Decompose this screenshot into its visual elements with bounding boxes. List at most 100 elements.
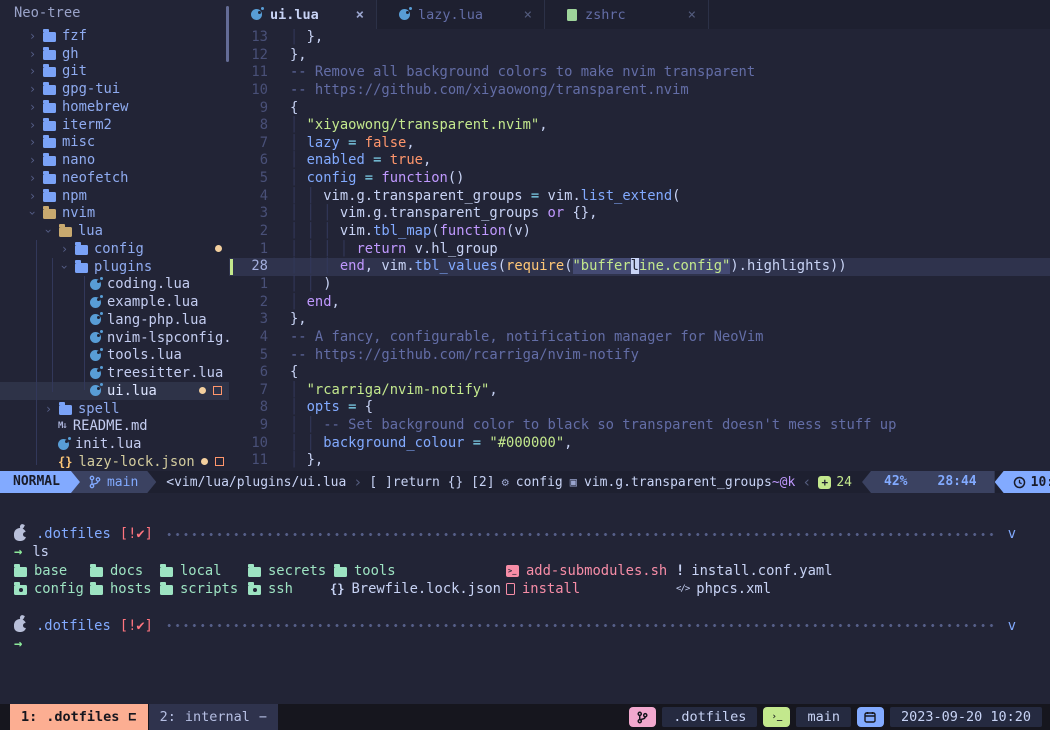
chevron-icon[interactable]: › [28, 135, 37, 149]
code-text: { [290, 100, 298, 118]
tree-item-misc[interactable]: ›misc [0, 134, 229, 152]
neotree-sidebar[interactable]: Neo-tree ›fzf›gh›git›gpg-tui›homebrew›it… [0, 0, 229, 471]
tree-item-label: lua [78, 223, 103, 239]
file-tree: ›fzf›gh›git›gpg-tui›homebrew›iterm2›misc… [0, 27, 229, 471]
tree-item-nvim[interactable]: ›nvim [0, 205, 229, 223]
folder-icon [43, 192, 56, 202]
tree-item-homebrew[interactable]: ›homebrew [0, 98, 229, 116]
code-text: │ │ │ end, vim.tbl_values(require("buffe… [290, 258, 847, 276]
chevron-icon[interactable]: › [28, 100, 37, 114]
chevron-icon[interactable]: › [28, 189, 37, 203]
folder-icon [43, 209, 56, 219]
tab-label: ui.lua [270, 7, 319, 23]
chevron-icon[interactable]: › [28, 82, 37, 96]
tab-lazy.lua[interactable]: lazy.lua× [377, 0, 545, 29]
folder-icon [248, 567, 261, 577]
close-icon[interactable]: × [688, 7, 696, 23]
editor-pane[interactable]: ui.lua×lazy.lua×zshrc× 13│ },12},11-- Re… [229, 0, 1050, 471]
tree-item-nano[interactable]: ›nano [0, 151, 229, 169]
tree-item-config[interactable]: › config [0, 240, 229, 258]
tree-item-fzf[interactable]: ›fzf [0, 27, 229, 45]
folder-icon [59, 227, 72, 237]
folder-icon [43, 156, 56, 166]
lua-file-icon [90, 279, 101, 290]
code-line: 5-- https://github.com/rcarriga/nvim-not… [229, 347, 1050, 365]
chevron-icon[interactable]: › [42, 227, 56, 236]
lua-file-icon [58, 439, 69, 450]
code-text: │ │ -- Set background color to black so … [290, 417, 896, 435]
tree-item-lazy-lock.json[interactable]: {}lazy-lock.json [0, 453, 229, 471]
chevron-icon[interactable]: › [58, 262, 72, 271]
tree-item-git[interactable]: ›git [0, 63, 229, 81]
tree-item-init.lua[interactable]: init.lua [0, 435, 229, 453]
chevron-icon[interactable]: › [28, 64, 37, 78]
folder-icon [14, 567, 27, 577]
folder-icon [43, 121, 56, 131]
tree-item-iterm2[interactable]: ›iterm2 [0, 116, 229, 134]
line-number: 28 [229, 258, 268, 276]
tree-item-README.md[interactable]: M↓README.md [0, 418, 229, 436]
chevron-icon[interactable]: › [26, 209, 40, 218]
modified-dot-icon [201, 458, 208, 465]
chevron-icon[interactable]: › [28, 118, 37, 132]
tree-item-npm[interactable]: ›npm [0, 187, 229, 205]
tab-ui.lua[interactable]: ui.lua × [229, 0, 377, 29]
clock-time: 10:20 [1031, 475, 1050, 490]
tmux-datetime: 2023-09-20 10:20 [890, 707, 1042, 727]
tree-item-label: config [94, 241, 144, 257]
folder-icon [160, 585, 173, 595]
ls-entry-tools: tools [334, 562, 396, 580]
window-name: .dotfiles [46, 704, 119, 730]
breadcrumb: [ ]return {} [2] ⚙ config ▣ vim.g.transp… [369, 475, 772, 490]
chevron-icon[interactable]: › [60, 242, 69, 256]
close-icon[interactable]: × [524, 7, 532, 23]
tree-item-neofetch[interactable]: ›neofetch [0, 169, 229, 187]
ls-entry-scripts: scripts [160, 580, 238, 598]
unstaged-square-icon [215, 457, 224, 466]
code-line: 13│ }, [229, 29, 1050, 47]
chevron-left-icon: ‹ [802, 473, 811, 491]
command-line: → ls [0, 543, 1050, 561]
tree-item-gh[interactable]: ›gh [0, 45, 229, 63]
tree-item-label: treesitter.lua [107, 365, 223, 381]
lua-file-icon [90, 368, 101, 379]
folder-icon [43, 138, 56, 148]
chevron-icon[interactable]: › [28, 153, 37, 167]
tree-item-lua[interactable]: › lua [0, 222, 229, 240]
tree-item-nvim-lspconfig.[interactable]: nvim-lspconfig. [0, 329, 229, 347]
command-line[interactable]: → [0, 635, 1050, 653]
shell-pane[interactable]: .dotfiles [!✔] v → ls basedocslocalsecre… [0, 493, 1050, 704]
indent-guide [84, 276, 85, 390]
tmux-window-1[interactable]: 1: .dotfiles ⊏ [10, 704, 148, 730]
tree-item-spell[interactable]: ›spell [0, 400, 229, 418]
terminal-window: Neo-tree ›fzf›gh›git›gpg-tui›homebrew›it… [0, 0, 1050, 730]
chevron-icon[interactable]: › [28, 29, 37, 43]
git-branch-segment[interactable]: main [71, 471, 156, 493]
lua-file-icon [90, 314, 101, 325]
close-icon[interactable]: × [356, 7, 364, 23]
line-number: 3 [229, 311, 268, 329]
tree-item-tools.lua[interactable]: tools.lua [0, 347, 229, 365]
chevron-icon[interactable]: › [28, 171, 37, 185]
code-area[interactable]: 13│ },12},11-- Remove all background col… [229, 29, 1050, 471]
tmux-window-2[interactable]: 2: internal − [149, 704, 278, 730]
diff-added-count: 24 [836, 475, 852, 490]
tree-item-gpg-tui[interactable]: ›gpg-tui [0, 80, 229, 98]
file-icon [506, 583, 515, 595]
plus-icon: + [818, 476, 831, 489]
folder-icon [90, 567, 103, 577]
code-text: │ │ vim.g.transparent_groups = vim.list_… [290, 188, 680, 206]
tree-item-treesitter.lua[interactable]: treesitter.lua [0, 364, 229, 382]
ls-entry-Brewfile.lock.json: {}Brewfile.lock.json [330, 580, 501, 598]
tree-item-ui.lua[interactable]: ui.lua [0, 382, 229, 400]
chevron-icon[interactable]: › [44, 402, 53, 416]
tree-item-lang-php.lua[interactable]: lang-php.lua [0, 311, 229, 329]
tree-item-example.lua[interactable]: example.lua [0, 293, 229, 311]
unstaged-square-icon [213, 386, 222, 395]
tree-item-plugins[interactable]: ›plugins [0, 258, 229, 276]
chevron-icon[interactable]: › [28, 47, 37, 61]
ls-entry-install: install [506, 580, 580, 598]
tab-zshrc[interactable]: zshrc× [545, 0, 709, 29]
tree-item-coding.lua[interactable]: coding.lua [0, 276, 229, 294]
gear-icon: ⚙ [502, 475, 509, 489]
